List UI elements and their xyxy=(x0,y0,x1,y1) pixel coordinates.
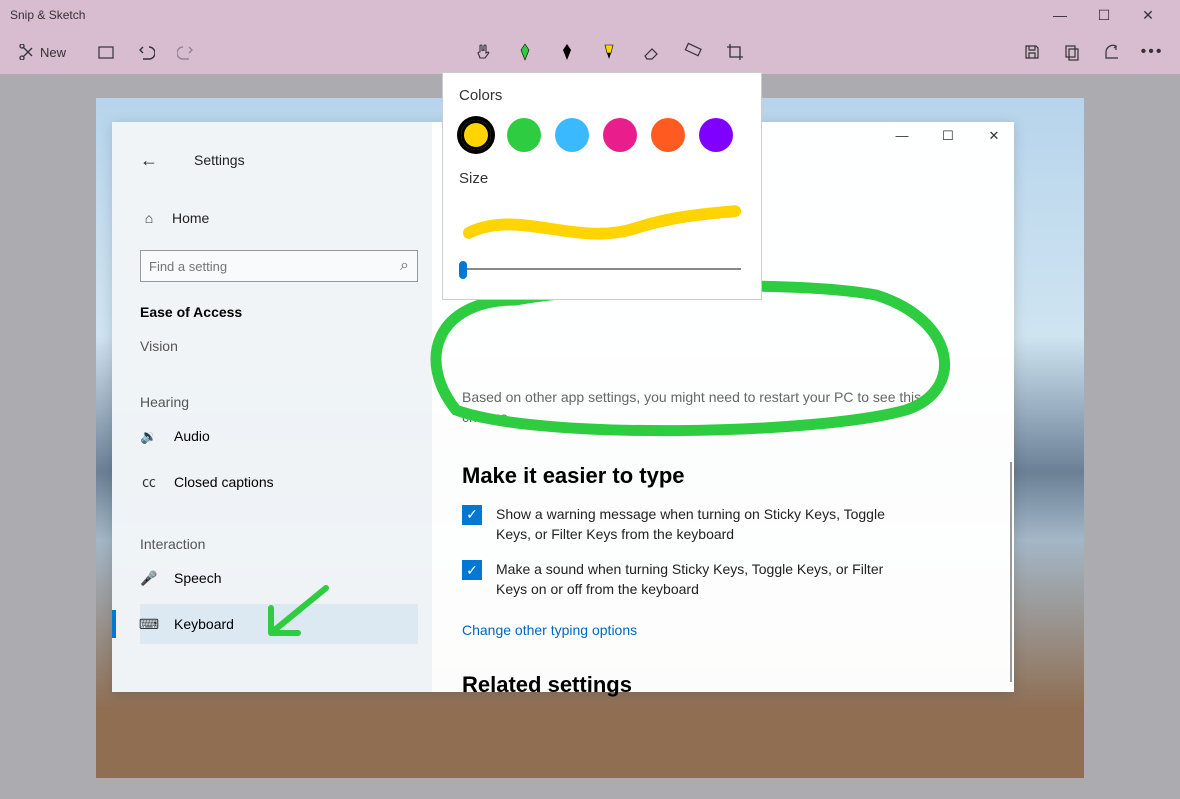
back-row[interactable]: ← Settings xyxy=(140,140,418,180)
restart-note: Based on other app settings, you might n… xyxy=(462,388,942,427)
slider-thumb[interactable] xyxy=(459,261,467,279)
slider-track xyxy=(463,268,741,270)
open-file-button[interactable] xyxy=(86,32,126,72)
pencil-icon xyxy=(557,42,577,62)
stroke-preview xyxy=(459,203,745,243)
touch-writing-button[interactable] xyxy=(463,32,503,72)
copy-icon xyxy=(1063,43,1081,61)
checkbox-2-label: Make a sound when turning Sticky Keys, T… xyxy=(496,560,916,599)
new-snip-button[interactable]: New xyxy=(8,32,76,72)
inner-window-controls: ― ☐ ✕ xyxy=(888,128,1008,144)
home-item[interactable]: ⌂ Home xyxy=(140,198,418,238)
back-arrow-icon: ← xyxy=(140,150,158,171)
closed-captions-label: Closed captions xyxy=(174,474,274,490)
speech-item[interactable]: 🎤 Speech xyxy=(140,558,418,598)
save-icon xyxy=(1023,43,1041,61)
settings-title: Settings xyxy=(194,140,245,180)
scrollbar[interactable] xyxy=(1010,462,1012,682)
highlighter-icon xyxy=(599,42,619,62)
new-label: New xyxy=(40,45,66,60)
inner-minimize-button[interactable]: ― xyxy=(888,128,916,144)
swatch-orange[interactable] xyxy=(651,118,685,152)
swatch-blue[interactable] xyxy=(555,118,589,152)
pen-icon xyxy=(515,42,535,62)
search-box[interactable]: ⌕ xyxy=(140,250,418,282)
checkbox-1[interactable]: ✓ xyxy=(462,505,482,525)
pencil-button[interactable] xyxy=(547,32,587,72)
size-label: Size xyxy=(459,170,745,187)
swatch-magenta[interactable] xyxy=(603,118,637,152)
titlebar: Snip & Sketch ― ☐ ✕ xyxy=(0,0,1180,30)
checkbox-2[interactable]: ✓ xyxy=(462,560,482,580)
undo-button[interactable] xyxy=(126,32,166,72)
share-icon xyxy=(1103,43,1121,61)
maximize-button[interactable]: ☐ xyxy=(1082,0,1126,30)
ellipsis-icon: ••• xyxy=(1141,43,1164,61)
color-swatches xyxy=(459,118,745,152)
checkbox-1-label: Show a warning message when turning on S… xyxy=(496,505,916,544)
change-typing-link[interactable]: Change other typing options xyxy=(462,622,990,638)
search-icon: ⌕ xyxy=(400,257,409,275)
related-heading: Related settings xyxy=(462,672,990,698)
checkbox-row-1[interactable]: ✓ Show a warning message when turning on… xyxy=(462,505,990,544)
speech-label: Speech xyxy=(174,570,221,586)
keyboard-icon: ⌨ xyxy=(140,616,158,633)
highlighter-popup: Colors Size xyxy=(442,72,762,300)
app-title: Snip & Sketch xyxy=(10,8,85,22)
home-label: Home xyxy=(172,210,209,226)
inner-close-button[interactable]: ✕ xyxy=(980,128,1008,144)
keyboard-item[interactable]: ⌨ Keyboard xyxy=(140,604,418,644)
close-button[interactable]: ✕ xyxy=(1126,0,1170,30)
category-label: Ease of Access xyxy=(140,304,418,320)
hearing-group: Hearing xyxy=(140,394,418,410)
redo-button[interactable] xyxy=(166,32,206,72)
audio-item[interactable]: 🔉 Audio xyxy=(140,416,418,456)
swatch-yellow[interactable] xyxy=(459,118,493,152)
swatch-purple[interactable] xyxy=(699,118,733,152)
home-icon: ⌂ xyxy=(140,210,158,226)
speaker-icon: 🔉 xyxy=(140,428,158,445)
hand-icon xyxy=(473,42,493,62)
crop-icon xyxy=(725,42,745,62)
redo-icon xyxy=(177,43,195,61)
vision-group: Vision xyxy=(140,338,418,354)
inner-maximize-button[interactable]: ☐ xyxy=(934,128,962,144)
ruler-button[interactable] xyxy=(673,32,713,72)
ballpoint-pen-button[interactable] xyxy=(505,32,545,72)
type-heading: Make it easier to type xyxy=(462,463,990,489)
eraser-button[interactable] xyxy=(631,32,671,72)
copy-button[interactable] xyxy=(1052,32,1092,72)
microphone-icon: 🎤 xyxy=(140,570,158,587)
highlighter-button[interactable] xyxy=(589,32,629,72)
search-input[interactable] xyxy=(149,259,400,274)
folder-icon xyxy=(97,43,115,61)
colors-label: Colors xyxy=(459,87,745,104)
eraser-icon xyxy=(641,42,661,62)
pen-tools xyxy=(463,32,755,72)
scissors-icon xyxy=(18,44,34,60)
size-slider[interactable] xyxy=(459,259,745,279)
swatch-green[interactable] xyxy=(507,118,541,152)
more-button[interactable]: ••• xyxy=(1132,32,1172,72)
share-button[interactable] xyxy=(1092,32,1132,72)
save-button[interactable] xyxy=(1012,32,1052,72)
undo-icon xyxy=(137,43,155,61)
interaction-group: Interaction xyxy=(140,536,418,552)
toolbar: New xyxy=(0,30,1180,74)
cc-icon: ㏄ xyxy=(140,472,158,492)
keyboard-label: Keyboard xyxy=(174,616,234,632)
crop-button[interactable] xyxy=(715,32,755,72)
settings-sidebar: ← Settings ⌂ Home ⌕ Ease of Access Visio… xyxy=(112,122,432,692)
minimize-button[interactable]: ― xyxy=(1038,0,1082,30)
closed-captions-item[interactable]: ㏄ Closed captions xyxy=(140,462,418,502)
checkbox-row-2[interactable]: ✓ Make a sound when turning Sticky Keys,… xyxy=(462,560,990,599)
audio-label: Audio xyxy=(174,428,210,444)
ruler-icon xyxy=(683,42,703,62)
